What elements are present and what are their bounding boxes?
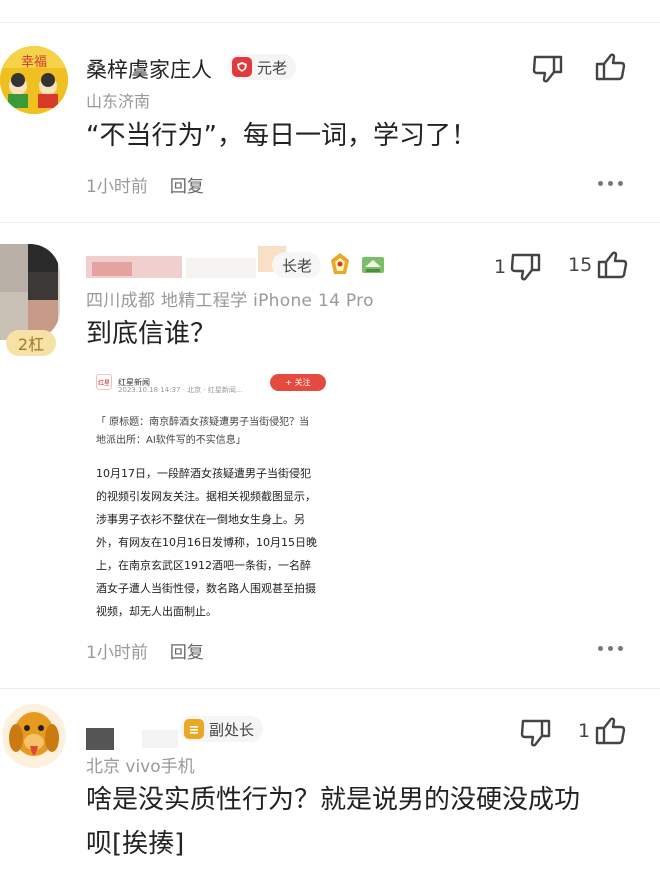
crown-icon <box>328 252 352 282</box>
comment-text: 到底信谁？ <box>86 319 217 349</box>
follow-button[interactable]: + 关注 <box>270 374 326 391</box>
location: 北京 vivo手机 <box>86 757 195 777</box>
medal-icon <box>360 253 386 281</box>
thumbs-down-icon <box>510 252 542 282</box>
dislike-count: 1 <box>494 256 507 278</box>
thumbs-down-icon <box>520 718 552 748</box>
avatar[interactable] <box>0 244 60 340</box>
badge-label: 副处长 <box>209 720 255 739</box>
avatar[interactable]: 幸福 <box>0 46 68 114</box>
like-button[interactable]: 1 <box>578 716 626 746</box>
news-logo-icon: 红星 <box>96 374 112 390</box>
thumbs-down-icon <box>532 54 564 84</box>
rank-badge[interactable]: 元老 <box>228 54 297 80</box>
more-icon[interactable] <box>598 646 623 651</box>
floor-label: 2杠 <box>6 330 56 356</box>
badge-label: 长老 <box>282 256 313 275</box>
like-count: 1 <box>578 720 591 742</box>
username-mosaic <box>86 728 114 750</box>
timestamp: 1小时前 <box>86 177 148 197</box>
comment-item: 幸福 桑梓虞家庄人 元老 山东济南 “不当行为”，每日一词，学习了！ 1小时前 … <box>0 0 660 222</box>
embedded-news-screenshot[interactable]: 红星 红星新闻 2023.10.18 14:37 · 北京 · 红星新闻... … <box>86 368 334 618</box>
reply-button[interactable]: 回复 <box>170 638 204 663</box>
avatar[interactable] <box>2 704 66 768</box>
like-button[interactable]: 15 <box>568 250 628 280</box>
comment-meta: 1小时前 回复 <box>86 172 204 197</box>
comment-item: 副处长 北京 vivo手机 啥是没实质性行为？就是说男的没硬没成功 呗[挨揍] … <box>0 688 660 878</box>
shield-icon <box>232 57 252 77</box>
news-time: 2023.10.18 14:37 · 北京 · 红星新闻... <box>118 386 243 394</box>
comment-text-line-1: 啥是没实质性行为？就是说男的没硬没成功 <box>86 785 581 815</box>
news-body: 10月17日，一段醉酒女孩疑遭男子当街侵犯的视频引发网友关注。据相关视频截图显示… <box>96 467 317 618</box>
thumbs-up-icon <box>594 52 626 82</box>
comment-text: “不当行为”，每日一词，学习了！ <box>86 121 477 151</box>
timestamp: 1小时前 <box>86 643 148 663</box>
dislike-button[interactable] <box>532 54 564 84</box>
badge-label: 元老 <box>257 58 288 77</box>
rank-badge[interactable]: 长老 <box>272 252 322 278</box>
reply-button[interactable]: 回复 <box>170 172 204 197</box>
rank-badge[interactable]: 副处长 <box>180 716 264 742</box>
comment-text-line-2: 呗[挨揍] <box>86 829 185 859</box>
comment-meta: 1小时前 回复 <box>86 638 204 663</box>
like-button[interactable] <box>594 52 626 82</box>
more-icon[interactable] <box>598 181 623 186</box>
like-count: 15 <box>568 254 593 276</box>
username[interactable]: 桑梓虞家庄人 <box>86 54 212 84</box>
dislike-button[interactable]: 1 <box>494 252 542 282</box>
thumbs-up-icon <box>594 716 626 746</box>
thumbs-up-icon <box>596 250 628 280</box>
location: 四川成都 地精工程学 iPhone 14 Pro <box>86 291 374 311</box>
location: 山东济南 <box>86 92 151 111</box>
news-headline: 「 原标题：南京醉酒女孩疑遭男子当街侵犯？当地派出所：AI软件写的不实信息」 <box>96 417 310 446</box>
svg-text:幸福: 幸福 <box>21 55 47 70</box>
comment-item: 2杠 长老 四川成都 地精工程学 iPhone 14 Pro 到底信谁？ 1 1… <box>0 222 660 688</box>
shield-icon <box>184 719 204 739</box>
dislike-button[interactable] <box>520 718 552 748</box>
